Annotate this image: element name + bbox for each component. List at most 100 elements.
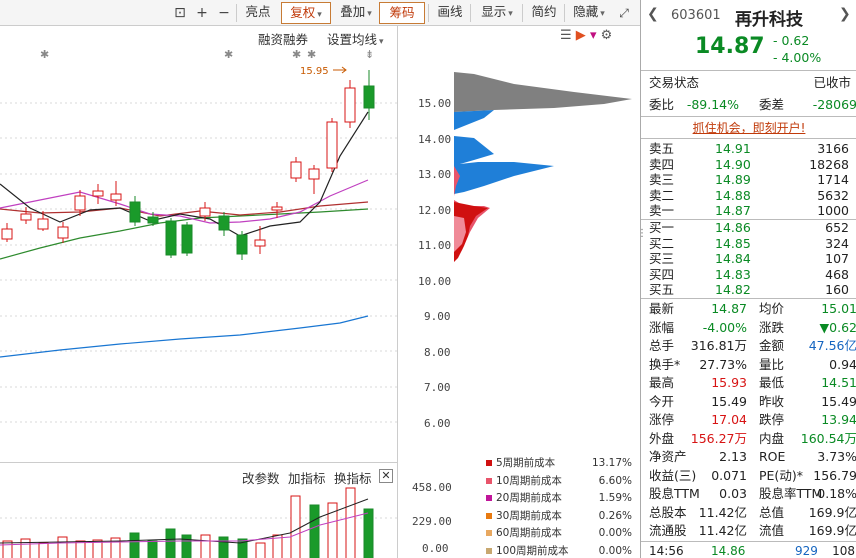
volume-bar — [2, 540, 13, 558]
tick-time: 14:56 — [649, 544, 684, 558]
volume-bar — [200, 534, 211, 558]
simple-button[interactable]: 简约 — [526, 2, 562, 24]
bids-level-price: 14.86 — [715, 220, 751, 235]
weibi-label: 委比 — [649, 97, 675, 112]
stat-value: 160.54万 — [800, 430, 856, 446]
candle — [74, 195, 86, 211]
volume-bar — [38, 542, 49, 558]
candle — [57, 226, 69, 239]
event-star-icon: ✱ — [307, 48, 316, 61]
bids-level-volume: 652 — [825, 220, 849, 235]
legend-percent: 13.17% — [591, 457, 632, 469]
chips-button[interactable]: 筹码 — [379, 2, 425, 24]
candle — [37, 218, 49, 230]
candles — [1, 70, 375, 260]
prev-stock-icon[interactable]: ❮ — [647, 6, 659, 22]
app-root: { "toolbar": { "buttons": ["亮点","复权","叠加… — [0, 0, 856, 558]
zoom-in-icon[interactable]: + — [192, 3, 212, 23]
chevron-down-icon: ▾ — [317, 10, 322, 20]
stats-row: 总股本 11.42亿 总值 169.9亿 — [649, 504, 856, 522]
bids-level-price: 14.83 — [715, 266, 751, 282]
panel-splitter-icon[interactable]: ⋮ — [637, 228, 647, 239]
price-tick: 13.00 — [418, 168, 452, 181]
legend-percent: 0.00% — [598, 527, 632, 539]
stats-row: 最高 15.93 最低 14.51 — [649, 374, 856, 392]
bids-level-row[interactable]: 买二 14.85 324 — [649, 236, 856, 252]
chip-legend-item: 20周期前成本 1.59% — [486, 490, 636, 508]
stat-label: 最新 — [649, 301, 675, 316]
tick-count: 108 — [832, 544, 855, 558]
stat-label: 内盘 — [759, 430, 785, 446]
price-change: - 0.62 — [773, 33, 810, 48]
stat-label: 今开 — [649, 393, 675, 409]
lock-icon[interactable]: ⊡ — [170, 3, 190, 23]
stat-label: 均价 — [759, 301, 785, 316]
legend-swatch — [486, 530, 492, 536]
stat-label: 涨停 — [649, 412, 675, 427]
stat-label: 跌停 — [759, 412, 785, 427]
bids-level-price: 14.85 — [715, 235, 751, 251]
volume-bar — [290, 495, 301, 558]
asks-level-row[interactable]: 卖五 14.91 3166 — [649, 141, 856, 157]
asks-level-row[interactable]: 卖二 14.88 5632 — [649, 188, 856, 204]
asks-level-label: 卖一 — [649, 203, 675, 219]
highlight-button[interactable]: 亮点 — [240, 2, 276, 24]
legend-label: 10周期前成本 — [496, 474, 562, 487]
stat-value: 156.27万 — [690, 430, 747, 446]
ma10-line — [0, 179, 369, 224]
asks-level-price: 14.90 — [715, 156, 751, 172]
draw-line-button[interactable]: 画线 — [432, 2, 468, 24]
divider — [641, 298, 856, 299]
fuquan-button[interactable]: 复权 ▾ — [281, 2, 331, 24]
volume-tick: 458.00 — [412, 481, 452, 494]
stat-value: 3.73% — [817, 449, 856, 464]
kline-chart[interactable]: 融资融券 设置均线 ▾ ✱ ✱ ✱ ✱ ⇟ 15.95 — [0, 26, 398, 462]
divider — [641, 70, 856, 71]
stat-value: 27.73% — [699, 356, 747, 372]
legend-label: 20周期前成本 — [496, 492, 562, 504]
legend-swatch — [486, 495, 492, 501]
next-stock-icon[interactable]: ❯ — [839, 6, 851, 22]
stat-label: 量比 — [759, 356, 785, 372]
legend-swatch — [486, 460, 492, 466]
stat-value: 0.071 — [711, 467, 747, 483]
chart-toolbar: ⊡ + − 亮点 复权 ▾ 叠加 ▾ 筹码 画线 显示 ▾ 简约 隐藏 ▾ ⤢ — [0, 0, 640, 26]
overlay-button[interactable]: 叠加 ▾ — [334, 2, 378, 24]
candle — [110, 193, 122, 201]
hide-label: 隐藏 — [573, 4, 599, 19]
divider — [236, 4, 237, 22]
weicha-value: -28069 — [812, 97, 856, 112]
volume-bar — [345, 487, 356, 558]
price-tick: 15.00 — [418, 97, 452, 110]
asks-level-row[interactable]: 卖一 14.87 1000 — [649, 203, 856, 219]
hide-button[interactable]: 隐藏 ▾ — [568, 2, 610, 24]
divider — [522, 4, 523, 22]
volume-panel[interactable]: 改参数 加指标 换指标 ✕ — [0, 462, 398, 558]
zoom-out-icon[interactable]: − — [214, 3, 234, 23]
volume-bar — [147, 540, 158, 558]
chevron-down-icon: ▾ — [600, 9, 605, 19]
legend-percent: 0.00% — [598, 544, 632, 557]
candle — [271, 206, 283, 211]
volume-bar — [20, 538, 31, 558]
chip-profit-area — [454, 72, 632, 112]
bids-level-row[interactable]: 买四 14.83 468 — [649, 267, 856, 283]
overlay-label: 叠加 — [340, 4, 366, 19]
bids-level-price: 14.82 — [715, 282, 751, 298]
last-price: 14.87 — [695, 34, 765, 59]
legend-percent: 6.60% — [598, 474, 632, 487]
stats-row: 涨幅 -4.00% 涨跌 ▼0.62 — [649, 319, 856, 337]
bids-level-row[interactable]: 买一 14.86 652 — [649, 220, 856, 236]
display-button[interactable]: 显示 ▾ — [474, 2, 520, 24]
asks-level-row[interactable]: 卖四 14.90 18268 — [649, 157, 856, 173]
fullscreen-icon[interactable]: ⤢ — [614, 3, 634, 23]
bids-level-row[interactable]: 买三 14.84 107 — [649, 251, 856, 267]
asks-level-row[interactable]: 卖三 14.89 1714 — [649, 172, 856, 188]
stat-value: 156.79 — [813, 467, 856, 483]
price-tick: 14.00 — [418, 133, 452, 146]
open-account-promo-link[interactable]: 抓住机会，即刻开户! — [641, 119, 856, 136]
tick-price: 14.86 — [711, 544, 746, 558]
bids-level-row[interactable]: 买五 14.82 160 — [649, 282, 856, 298]
price-tick: 8.00 — [424, 346, 451, 359]
volume-tick: 229.00 — [412, 515, 452, 528]
